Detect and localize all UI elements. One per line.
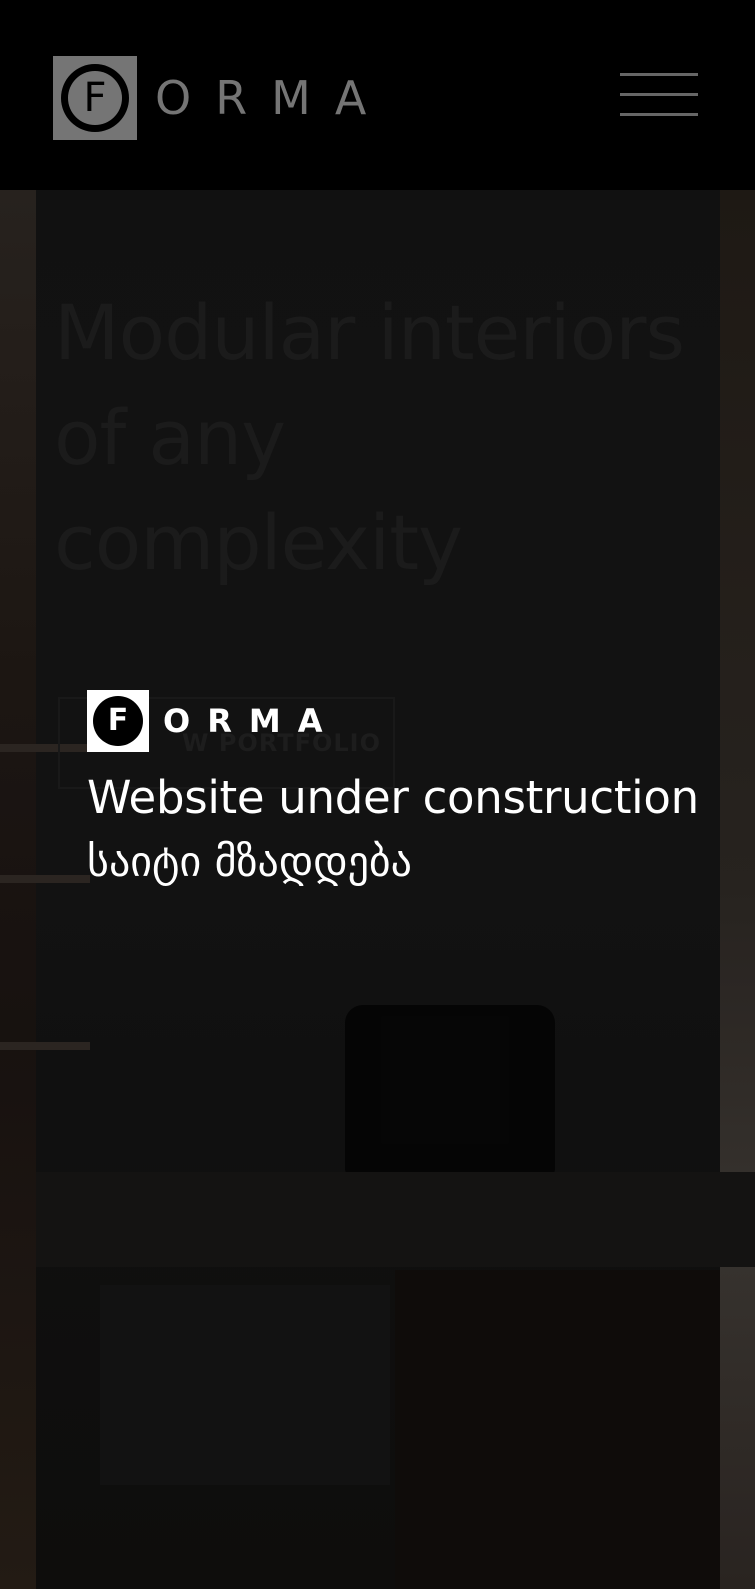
logo-mark-letter: F: [83, 75, 107, 121]
notice-logo: F ORMA: [87, 690, 727, 752]
construction-message-english: Website under construction: [87, 771, 699, 824]
construction-message-georgian: საიტი მზადდება: [87, 837, 412, 886]
notice-logo-mark-icon: F: [87, 690, 149, 752]
logo-mark-icon: F: [53, 56, 137, 140]
notice-logo-wordmark: ORMA: [163, 702, 340, 740]
construction-notice: F ORMA Website under construction საიტი …: [87, 690, 727, 892]
notice-logo-letter: F: [107, 703, 129, 738]
